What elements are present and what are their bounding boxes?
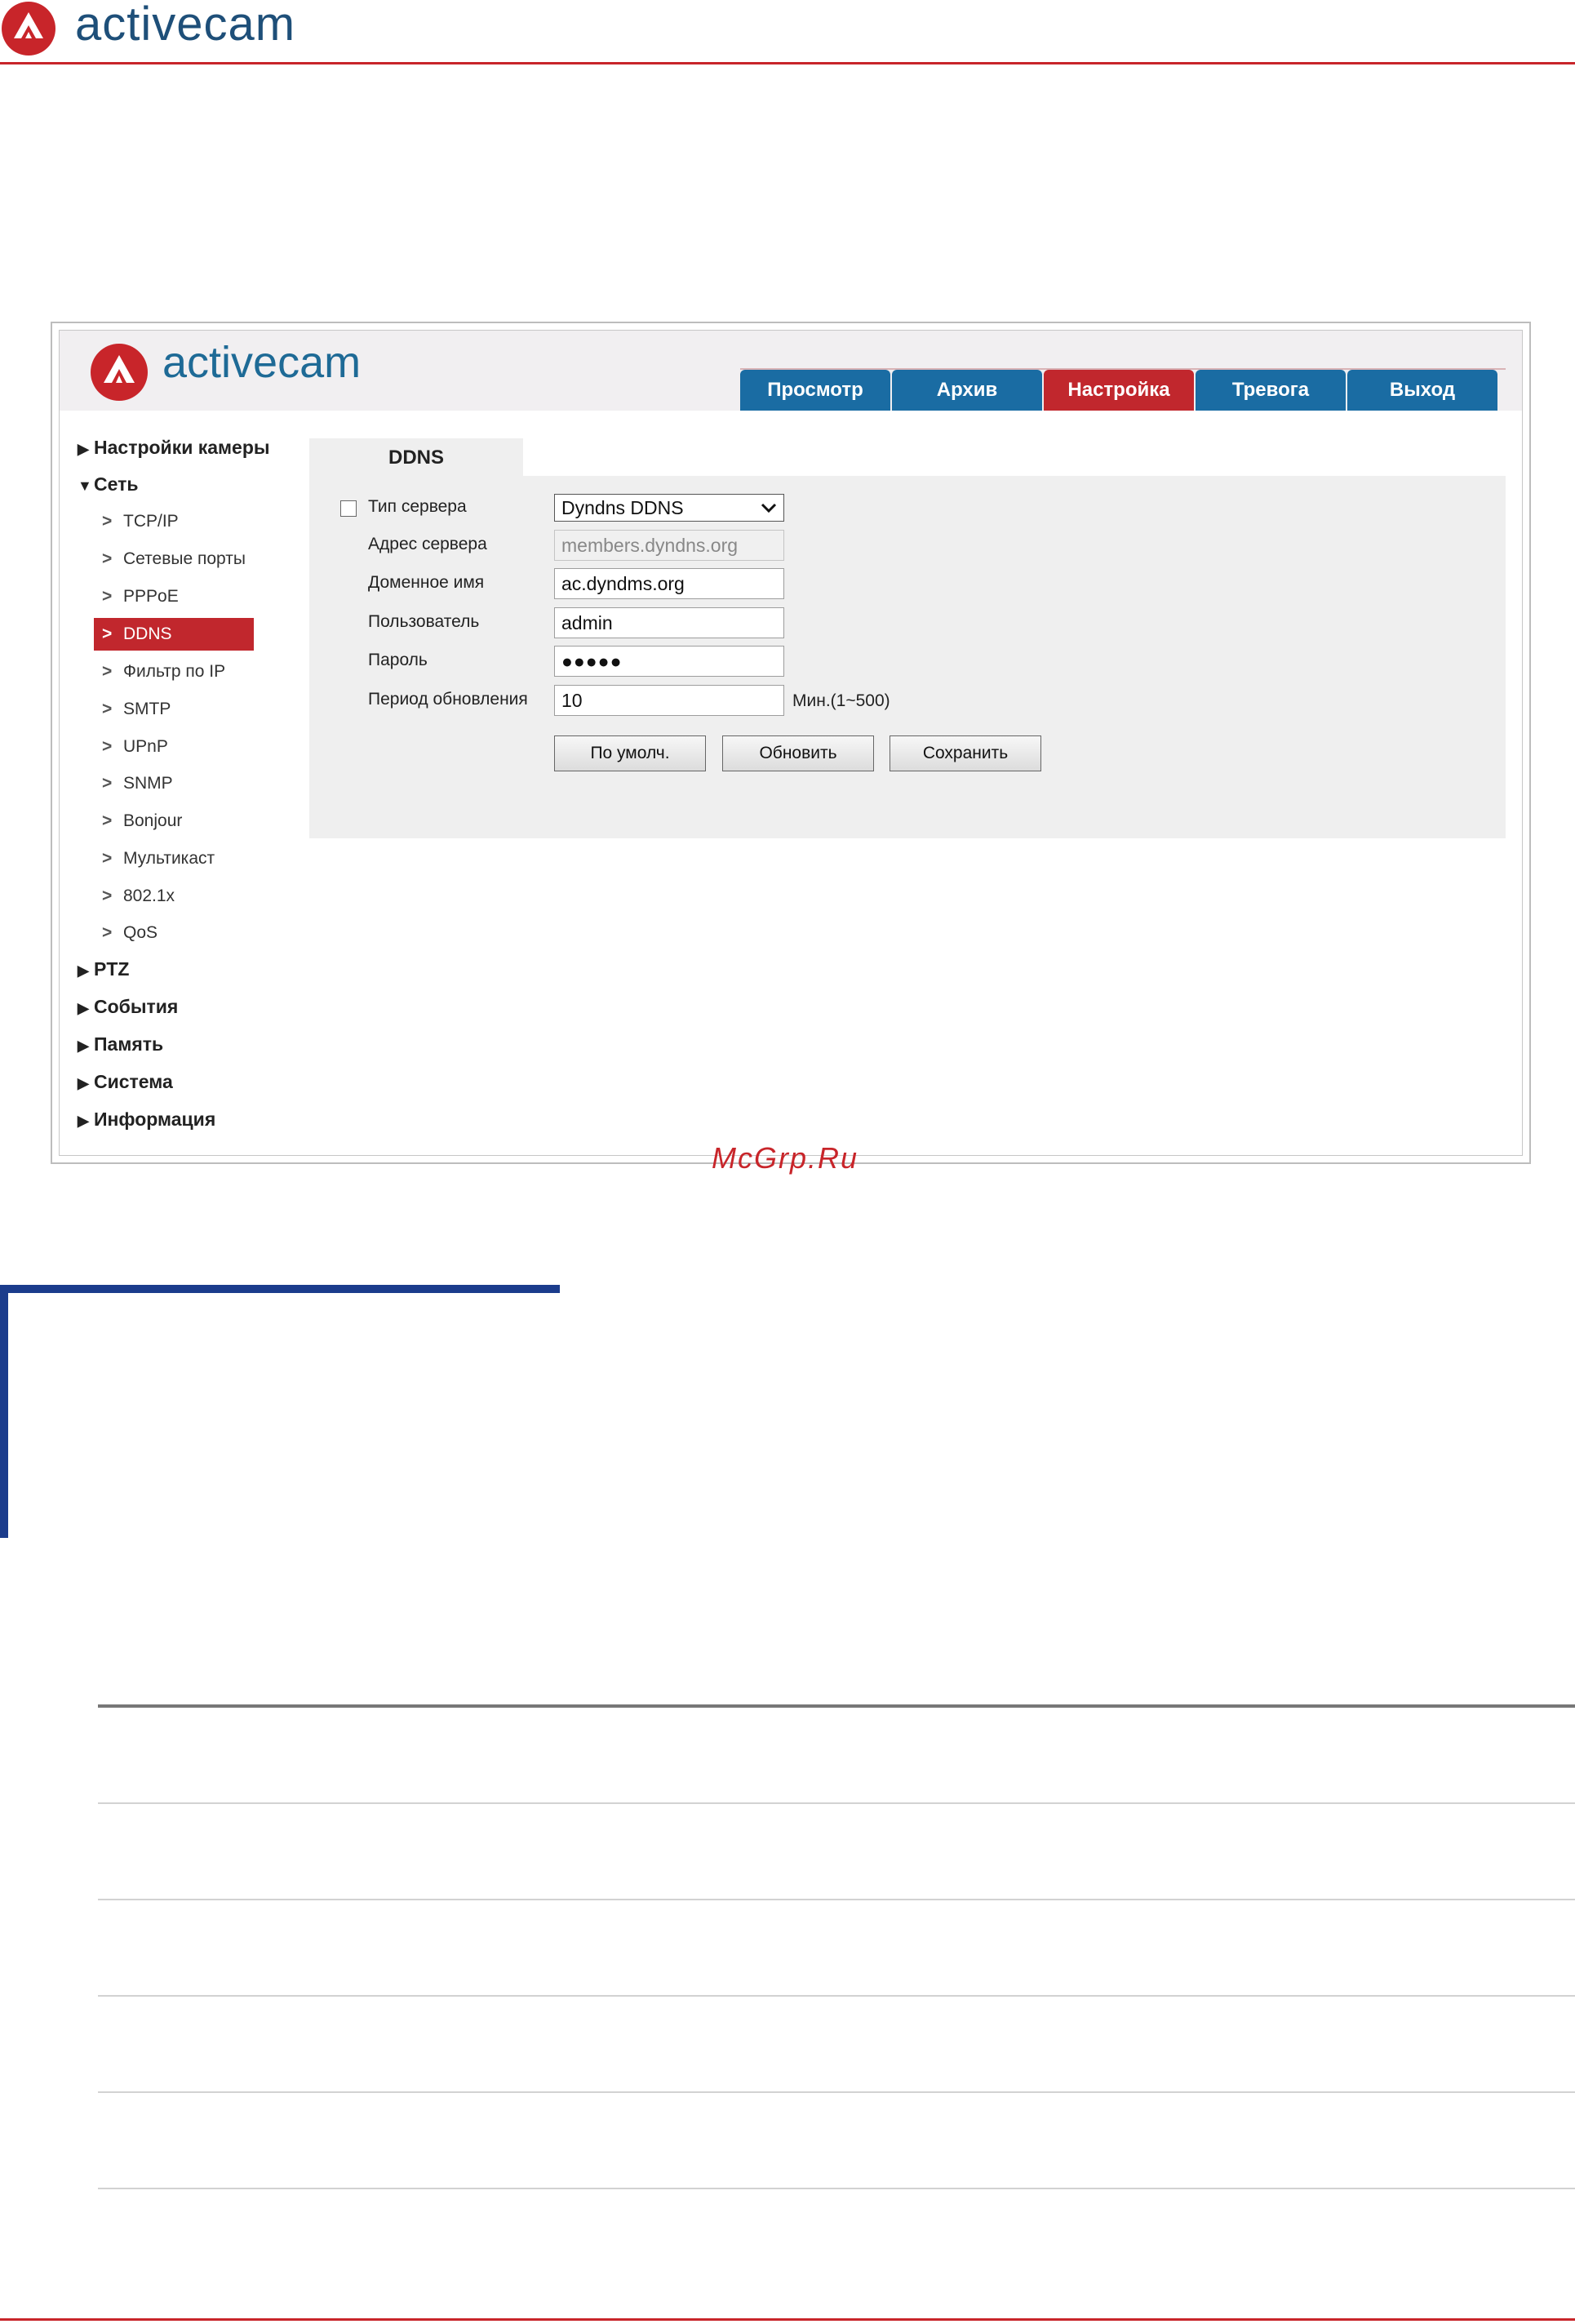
- chevron-right-icon: >: [102, 624, 113, 643]
- sidebar-item-upnp[interactable]: > UPnP: [94, 731, 254, 763]
- sidebar-item-bonjour[interactable]: > Bonjour: [94, 805, 254, 838]
- sidebar-item-tcp-ip[interactable]: > TCP/IP: [94, 505, 254, 538]
- table-row-divider: [98, 1802, 1575, 1804]
- chevron-right-icon: >: [102, 587, 113, 606]
- sidebar-item-snmp[interactable]: > SNMP: [94, 767, 254, 800]
- update-period-label: Период обновления: [368, 690, 528, 709]
- chevron-right-icon: >: [102, 700, 113, 718]
- sidebar-item-qos[interactable]: > QoS: [94, 917, 254, 949]
- sidebar-item-multicast[interactable]: > Мультикаст: [94, 842, 254, 875]
- tab-archive[interactable]: Архив: [892, 370, 1042, 411]
- refresh-button[interactable]: Обновить: [722, 735, 874, 771]
- expand-arrow-icon: ▶: [78, 1000, 89, 1016]
- camera-ui-window: activecam Просмотр Архив Настройка Трево…: [59, 330, 1523, 1156]
- chevron-right-icon: >: [102, 886, 113, 905]
- watermark: McGrp.Ru: [712, 1141, 859, 1175]
- update-period-unit: Мин.(1~500): [792, 691, 890, 710]
- section-bracket-left: [0, 1285, 8, 1538]
- domain-name-label: Доменное имя: [368, 573, 485, 592]
- tab-logout[interactable]: Выход: [1347, 370, 1497, 411]
- password-field[interactable]: [554, 646, 784, 677]
- chevron-right-icon: >: [102, 549, 113, 568]
- camera-ui-brand-name: activecam: [162, 338, 362, 387]
- expand-arrow-icon: ▶: [78, 1075, 89, 1091]
- chevron-right-icon: >: [102, 737, 113, 756]
- sidebar-group-ptz[interactable]: ▶ PTZ: [78, 958, 129, 980]
- server-address-label: Адрес сервера: [368, 535, 487, 553]
- save-button[interactable]: Сохранить: [890, 735, 1041, 771]
- expand-arrow-icon: ▶: [78, 962, 89, 979]
- password-label: Пароль: [368, 651, 428, 669]
- sidebar-item-smtp[interactable]: > SMTP: [94, 693, 254, 726]
- user-field[interactable]: [554, 607, 784, 638]
- table-row-divider: [98, 2091, 1575, 2093]
- ddns-settings-panel: Тип сервера Dyndns DDNS Адрес сервера До…: [309, 476, 1506, 838]
- document-header: activecam: [0, 0, 1575, 65]
- domain-name-field[interactable]: [554, 568, 784, 599]
- header-divider: [0, 62, 1575, 64]
- sidebar-group-events[interactable]: ▶ События: [78, 996, 178, 1018]
- sidebar-group-camera-settings[interactable]: ▶ Настройки камеры: [78, 437, 270, 459]
- chevron-right-icon: >: [102, 774, 113, 793]
- server-type-select[interactable]: Dyndns DDNS: [554, 494, 784, 522]
- sidebar-item-ip-filter[interactable]: > Фильтр по IP: [94, 655, 254, 688]
- sidebar-group-system[interactable]: ▶ Система: [78, 1071, 173, 1093]
- chevron-right-icon: >: [102, 811, 113, 830]
- tab-ddns[interactable]: DDNS: [309, 438, 523, 478]
- expand-arrow-icon: ▶: [78, 1113, 89, 1129]
- sidebar-group-network[interactable]: ▼Сеть: [78, 473, 139, 495]
- expand-arrow-icon: ▶: [78, 441, 89, 457]
- enable-ddns-checkbox[interactable]: [340, 500, 357, 517]
- user-label: Пользователь: [368, 612, 480, 631]
- tab-alarm[interactable]: Тревога: [1196, 370, 1346, 411]
- sidebar-group-storage[interactable]: ▶ Память: [78, 1033, 163, 1055]
- camera-ui-header: activecam Просмотр Архив Настройка Трево…: [60, 331, 1522, 411]
- activecam-logo-icon: [2, 2, 55, 56]
- collapse-arrow-icon: ▼: [78, 478, 92, 494]
- table-row-divider: [98, 1899, 1575, 1900]
- sidebar-item-pppoe[interactable]: > PPPoE: [94, 580, 254, 613]
- sidebar-group-info[interactable]: ▶ Информация: [78, 1109, 215, 1131]
- document-brand-name: activecam: [75, 0, 296, 51]
- sidebar-item-ddns[interactable]: > DDNS: [94, 618, 254, 651]
- server-address-field[interactable]: [554, 530, 784, 561]
- server-type-value: Dyndns DDNS: [561, 497, 684, 518]
- chevron-right-icon: >: [102, 849, 113, 868]
- section-bracket-top: [0, 1285, 560, 1293]
- table-header-rule: [98, 1704, 1575, 1708]
- tab-view[interactable]: Просмотр: [740, 370, 890, 411]
- camera-ui-screenshot: activecam Просмотр Архив Настройка Трево…: [51, 322, 1531, 1164]
- footer-divider: [0, 2318, 1575, 2321]
- activecam-logo-icon: [91, 344, 148, 401]
- sidebar-item-8021x[interactable]: >802.1x: [94, 880, 254, 913]
- chevron-right-icon: >: [102, 662, 113, 681]
- table-row-divider: [98, 1995, 1575, 1997]
- chevron-down-icon: [761, 503, 777, 513]
- chevron-right-icon: >: [102, 923, 113, 942]
- expand-arrow-icon: ▶: [78, 1038, 89, 1054]
- update-period-field[interactable]: [554, 685, 784, 716]
- default-button[interactable]: По умолч.: [554, 735, 706, 771]
- tab-settings[interactable]: Настройка: [1044, 370, 1194, 411]
- sidebar-item-network-ports[interactable]: > Сетевые порты: [94, 543, 254, 575]
- server-type-label: Тип сервера: [368, 497, 467, 516]
- chevron-right-icon: >: [102, 512, 113, 531]
- table-row-divider: [98, 2188, 1575, 2189]
